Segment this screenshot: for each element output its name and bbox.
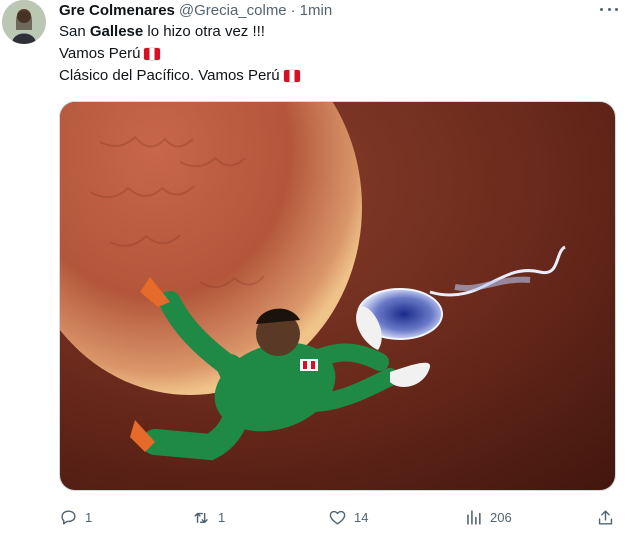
line1-prefix: San — [59, 23, 90, 40]
views-button[interactable]: 206 — [464, 505, 512, 529]
views-count: 206 — [490, 509, 512, 525]
tweet-text: San Gallese lo hizo otra vez !!! Vamos P… — [59, 21, 619, 87]
avatar[interactable] — [2, 0, 46, 44]
line3-text: Clásico del Pacífico. Vamos Perú — [59, 67, 280, 84]
more-icon[interactable] — [600, 3, 618, 15]
reply-button[interactable]: 1 — [59, 505, 92, 529]
reply-count: 1 — [85, 509, 93, 525]
line2-text: Vamos Perú — [59, 45, 141, 62]
like-icon — [329, 510, 346, 525]
tweet-line-2: Vamos Perú — [59, 43, 619, 65]
tweet-media-image[interactable] — [59, 101, 616, 491]
tweet-line-1: San Gallese lo hizo otra vez !!! — [59, 21, 619, 43]
share-button[interactable] — [596, 505, 615, 529]
author-name[interactable]: Gre Colmenares — [59, 2, 175, 19]
peru-flag-icon — [144, 48, 161, 60]
tweet-header: Gre Colmenares @Grecia_colme · 1min — [59, 0, 630, 20]
retweet-button[interactable]: 1 — [192, 505, 225, 529]
separator-dot: · — [290, 1, 296, 19]
peru-flag-icon — [283, 70, 300, 82]
share-icon — [598, 509, 613, 525]
author-handle[interactable]: @Grecia_colme — [179, 2, 287, 19]
line1-bold: Gallese — [89, 23, 144, 40]
tweet-line-3: Clásico del Pacífico. Vamos Perú — [59, 65, 619, 87]
tweet-time[interactable]: 1min — [300, 2, 333, 19]
reply-icon — [61, 509, 76, 525]
views-icon — [467, 509, 481, 525]
line1-suffix: lo hizo otra vez !!! — [143, 23, 265, 40]
action-bar: 1 1 14 206 — [59, 505, 619, 529]
retweet-icon — [194, 512, 208, 523]
like-button[interactable]: 14 — [328, 505, 368, 529]
retweet-count: 1 — [218, 509, 226, 525]
like-count: 14 — [354, 509, 369, 525]
